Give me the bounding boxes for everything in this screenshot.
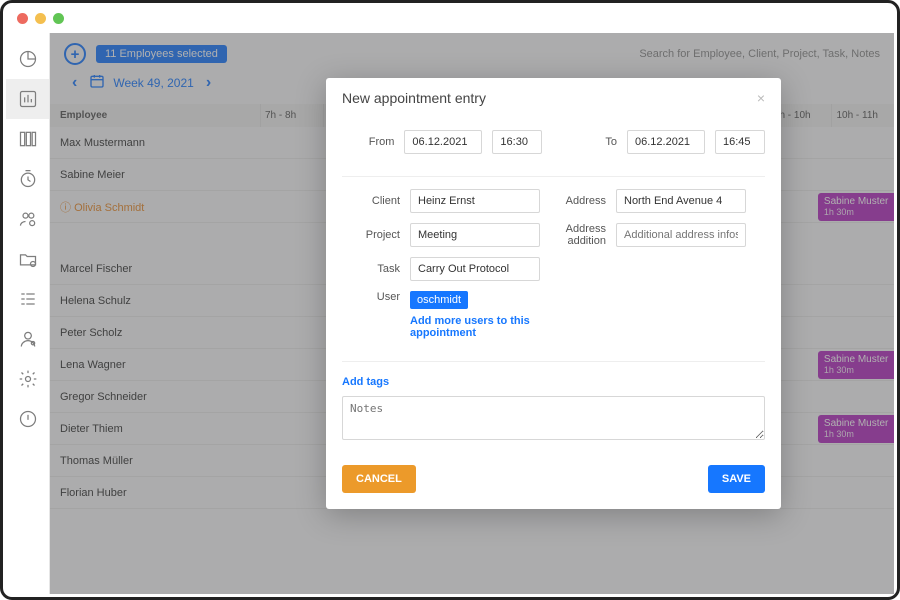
nav-settings[interactable]: [6, 359, 49, 399]
user-label: User: [342, 291, 400, 303]
project-input[interactable]: [410, 223, 540, 247]
nav-list[interactable]: [6, 279, 49, 319]
cancel-button[interactable]: CANCEL: [342, 465, 416, 493]
address2-input[interactable]: [616, 223, 746, 247]
user-chip[interactable]: oschmidt: [410, 291, 468, 309]
nav-rail: [6, 33, 50, 594]
from-time-input[interactable]: [492, 130, 542, 154]
nav-reports[interactable]: [6, 79, 49, 119]
nav-folder[interactable]: [6, 239, 49, 279]
to-date-input[interactable]: [627, 130, 705, 154]
nav-power[interactable]: [6, 399, 49, 439]
modal-title: New appointment entry: [342, 90, 486, 106]
add-users-link[interactable]: Add more users to this appointment: [410, 315, 550, 339]
task-input[interactable]: [410, 257, 540, 281]
address-input[interactable]: [616, 189, 746, 213]
nav-user[interactable]: [6, 319, 49, 359]
client-input[interactable]: [410, 189, 540, 213]
main-content: + 11 Employees selected Search for Emplo…: [50, 33, 894, 594]
client-label: Client: [342, 195, 400, 207]
close-window-icon[interactable]: [17, 13, 28, 24]
to-label: To: [566, 136, 617, 148]
to-time-input[interactable]: [715, 130, 765, 154]
close-icon[interactable]: ×: [757, 90, 765, 106]
from-label: From: [342, 136, 394, 148]
minimize-window-icon[interactable]: [35, 13, 46, 24]
add-tags-link[interactable]: Add tags: [342, 376, 389, 388]
nav-dashboard[interactable]: [6, 39, 49, 79]
new-appointment-modal: New appointment entry × From To: [326, 78, 781, 509]
project-label: Project: [342, 229, 400, 241]
notes-input[interactable]: [342, 396, 765, 440]
address2-label: Address addition: [550, 223, 606, 247]
window-controls: [17, 13, 64, 24]
nav-projects[interactable]: [6, 119, 49, 159]
maximize-window-icon[interactable]: [53, 13, 64, 24]
address-label: Address: [550, 195, 606, 207]
task-label: Task: [342, 263, 400, 275]
nav-users-settings[interactable]: [6, 199, 49, 239]
from-date-input[interactable]: [404, 130, 482, 154]
save-button[interactable]: SAVE: [708, 465, 765, 493]
nav-timer[interactable]: [6, 159, 49, 199]
